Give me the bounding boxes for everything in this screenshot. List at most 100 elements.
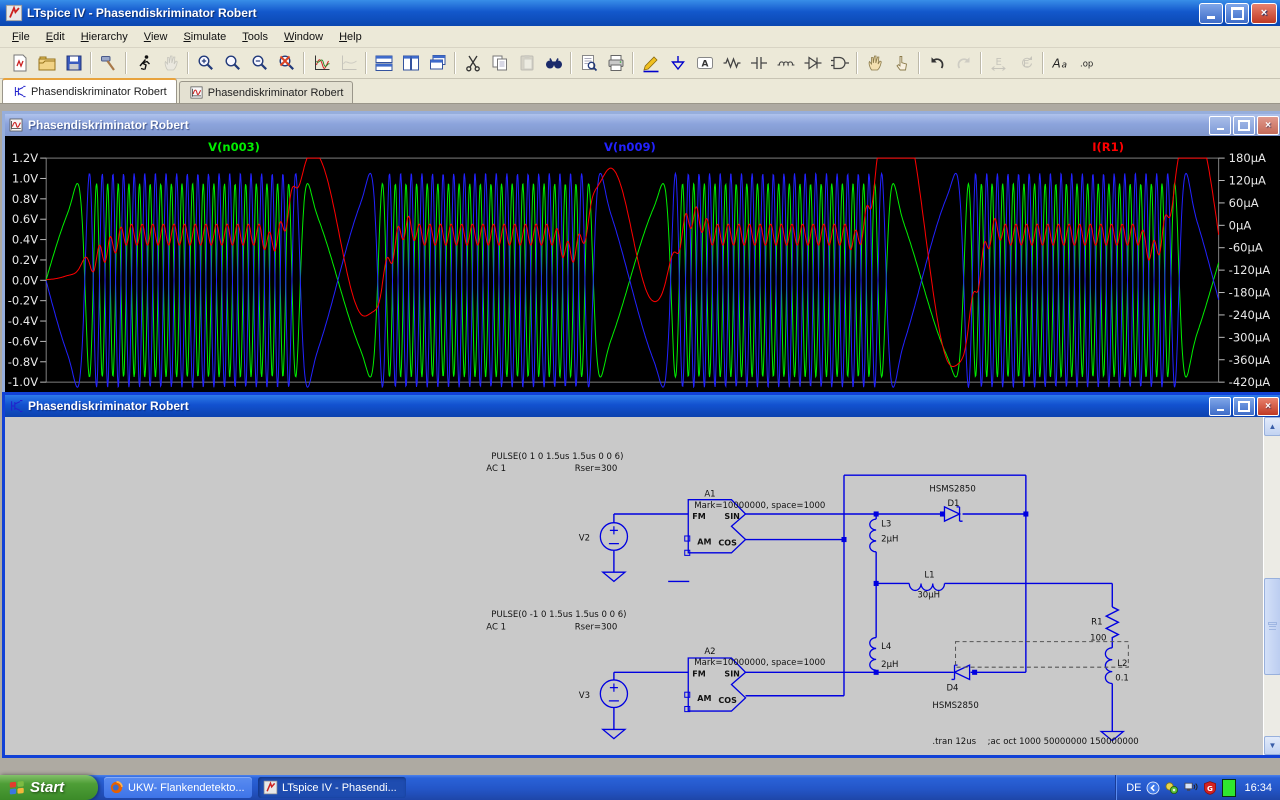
waveform-window-titlebar[interactable]: Phasendiskriminator Robert × [5,114,1280,136]
schematic-text[interactable]: AC 1 [486,464,506,474]
schematic-text[interactable]: A1 [704,490,715,500]
schematic-text[interactable]: A2 [704,647,715,657]
menu-item-edit[interactable]: Edit [38,28,73,46]
schematic-text[interactable]: V3 [579,691,590,701]
scroll-down-icon[interactable]: ▼ [1264,736,1280,755]
schematic-text[interactable]: Rser=300 [575,622,618,632]
waveform-maximize-button[interactable] [1233,116,1255,135]
display-audio-icon[interactable] [1183,780,1199,796]
schematic-text[interactable]: 2µH [881,660,898,670]
schematic-minimize-button[interactable] [1209,397,1231,416]
schematic-text[interactable]: HSMS2850 [929,484,975,494]
schematic-close-button[interactable]: × [1257,397,1279,416]
start-button[interactable]: Start [0,775,98,800]
zoom-out-button[interactable] [246,49,273,77]
menu-item-view[interactable]: View [136,28,176,46]
waveform-plot[interactable]: 1.2V1.0V0.8V0.6V0.4V0.2V0.0V-0.2V-0.4V-0… [5,136,1280,393]
schematic-text[interactable]: AM [697,693,711,703]
autorange-y-axis-button[interactable] [308,49,335,77]
tile-horizontally-button[interactable] [370,49,397,77]
schematic-text[interactable]: COS [718,695,737,705]
place-capacitor-button[interactable] [745,49,772,77]
zoom-full-extents-button[interactable] [273,49,300,77]
spice-directive-button[interactable]: .op [1074,49,1101,77]
schematic-text[interactable]: Mark=10000000, space=1000 [694,501,825,511]
vertical-scrollbar[interactable]: ▲ ▼ [1263,417,1280,755]
schematic-text[interactable]: 0.1 [1115,673,1129,683]
scroll-up-icon[interactable]: ▲ [1264,417,1280,436]
mirror-button[interactable]: E [985,49,1012,77]
run-button[interactable] [130,49,157,77]
close-button[interactable]: × [1251,3,1277,24]
menu-item-help[interactable]: Help [331,28,370,46]
schematic-text[interactable]: R1 [1091,617,1102,627]
schematic-text[interactable]: Rser=300 [575,464,618,474]
zoom-area-button[interactable] [219,49,246,77]
place-diode-button[interactable] [799,49,826,77]
trace-label-Vn009[interactable]: V(n009) [604,140,656,154]
schematic-text[interactable]: SIN [724,668,740,678]
halt-button[interactable] [157,49,184,77]
print-preview-button[interactable] [575,49,602,77]
schematic-text[interactable]: AM [697,537,711,547]
schematic-text[interactable]: D4 [946,684,958,694]
minimize-button[interactable] [1199,3,1223,24]
copy-button[interactable] [486,49,513,77]
menu-item-tools[interactable]: Tools [234,28,276,46]
menu-item-file[interactable]: File [4,28,38,46]
schematic-text[interactable]: D1 [947,499,959,509]
label-net-button[interactable]: A [691,49,718,77]
tab-2[interactable]: Phasendiskriminator Robert [179,81,354,103]
scrollbar-thumb[interactable] [1264,578,1280,675]
restore-button[interactable] [1225,3,1249,24]
schematic-text[interactable]: L1 [924,570,934,580]
save-button[interactable] [60,49,87,77]
taskbar-task-1[interactable]: UKW- Flankendetekto... [104,777,252,798]
main-titlebar[interactable]: LTspice IV - Phasendiskriminator Robert … [0,0,1280,26]
control-panel-button[interactable] [95,49,122,77]
schematic-canvas[interactable]: PULSE(0 1 0 1.5us 1.5us 0 0 6) AC 1 Rser=3… [5,417,1280,755]
menu-item-window[interactable]: Window [276,28,331,46]
drag-button[interactable] [888,49,915,77]
schematic-text[interactable]: 2µH [881,535,898,545]
undo-button[interactable] [923,49,950,77]
find-button[interactable] [540,49,567,77]
draw-wire-button[interactable] [637,49,664,77]
menu-item-hierarchy[interactable]: Hierarchy [73,28,136,46]
cut-button[interactable] [459,49,486,77]
tab-1-selected[interactable]: Phasendiskriminator Robert [2,78,177,103]
schematic-text[interactable]: AC 1 [486,622,506,632]
place-ground-button[interactable] [664,49,691,77]
schematic-text[interactable]: PULSE(0 1 0 1.5us 1.5us 0 0 6) [491,452,623,462]
schematic-text[interactable]: L2 [1117,659,1127,669]
paste-button[interactable] [513,49,540,77]
open-button[interactable] [33,49,60,77]
schematic-text[interactable]: V2 [579,534,590,544]
schematic-text[interactable]: SIN [724,511,740,521]
schematic-text[interactable]: COS [718,538,737,548]
schematic-text[interactable]: L3 [881,519,891,529]
network-icon[interactable] [1164,780,1180,796]
schematic-text[interactable]: 30µH [917,591,940,601]
waveform-minimize-button[interactable] [1209,116,1231,135]
schematic-text[interactable]: .tran 12us [932,737,976,747]
schematic-text[interactable]: PULSE(0 -1 0 1.5us 1.5us 0 0 6) [491,610,626,620]
place-inductor-button[interactable] [772,49,799,77]
tile-vertically-button[interactable] [397,49,424,77]
schematic-text[interactable]: ;ac oct 1000 50000000 150000000 [988,737,1139,747]
move-button[interactable] [861,49,888,77]
schematic-window-titlebar[interactable]: Phasendiskriminator Robert × [5,395,1280,417]
print-button[interactable] [602,49,629,77]
cascade-windows-button[interactable] [424,49,451,77]
trace-label-IR1[interactable]: I(R1) [1092,140,1124,154]
rotate-button[interactable]: E [1012,49,1039,77]
place-text-button[interactable]: Aa [1047,49,1074,77]
taskbar-task-2[interactable]: LTspice IV - Phasendi... [258,777,406,798]
language-indicator[interactable]: DE [1126,782,1141,794]
zoom-in-button[interactable] [192,49,219,77]
schematic-text[interactable]: L4 [881,642,891,652]
schematic-maximize-button[interactable] [1233,397,1255,416]
waveform-close-button[interactable]: × [1257,116,1279,135]
new-schematic-button[interactable] [6,49,33,77]
plot-settings-button[interactable] [335,49,362,77]
